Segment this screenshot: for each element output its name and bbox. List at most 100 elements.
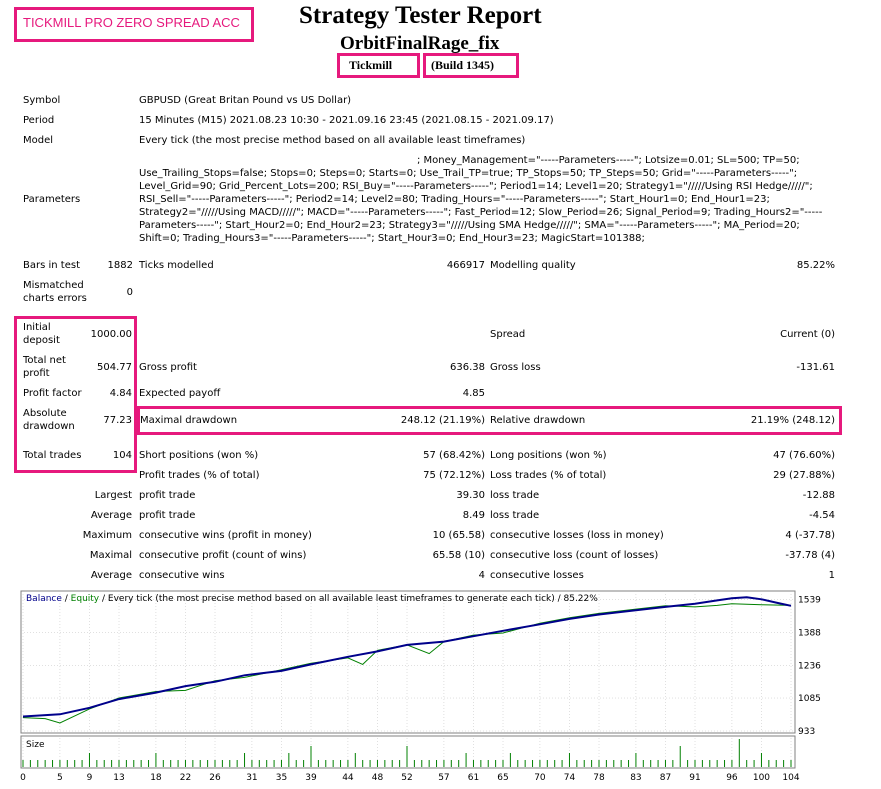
average-consecutive-losses-label: consecutive losses: [490, 570, 584, 581]
max-consecutive-wins-label: consecutive wins (profit in money): [139, 530, 312, 541]
net-profit-label-2: profit: [23, 368, 50, 379]
model-value: Every tick (the most precise method base…: [139, 135, 526, 146]
total-trades-label: Total trades: [23, 450, 82, 461]
expert-name: OrbitFinalRage_fix: [340, 33, 500, 54]
average-consecutive-wins-value: 4: [478, 570, 485, 581]
x-tick-label: 18: [150, 773, 162, 783]
y-tick-label: 933: [798, 727, 815, 737]
average-profit-trade-value: 8.49: [462, 510, 485, 521]
x-tick-label: 70: [534, 773, 546, 783]
profit-factor-label: Profit factor: [23, 388, 82, 399]
y-tick-label: 1236: [798, 661, 821, 671]
parameters-line: ; Money_Management="-----Parameters-----…: [417, 155, 800, 166]
maximal-consecutive-loss-label: consecutive loss (count of losses): [490, 550, 659, 561]
parameters-label: Parameters: [23, 194, 81, 205]
x-tick-label: 48: [372, 773, 384, 783]
build-number: (Build 1345): [431, 58, 495, 72]
period-label: Period: [23, 115, 55, 126]
x-tick-label: 87: [660, 773, 671, 783]
symbol-value: GBPUSD (Great Britan Pound vs US Dollar): [139, 95, 352, 106]
x-tick-label: 74: [564, 773, 576, 783]
legend-balance: Balance: [26, 594, 62, 604]
x-tick-label: 52: [401, 773, 412, 783]
x-tick-label: 31: [246, 773, 257, 783]
maximal-consecutive-profit-label: consecutive profit (count of wins): [139, 550, 307, 561]
relative-drawdown-label: Relative drawdown: [490, 415, 586, 426]
gross-loss-label: Gross loss: [490, 362, 541, 373]
maximal-consecutive-loss-value: -37.78 (4): [785, 550, 835, 561]
chart-legend: Balance / Equity / Every tick (the most …: [26, 594, 598, 604]
largest-loss-trade-value: -12.88: [802, 490, 835, 501]
company-name: Tickmill: [349, 58, 393, 72]
maximal-label: Maximal: [89, 550, 132, 561]
legend-description: / Every tick (the most precise method ba…: [99, 594, 598, 604]
y-tick-label: 1085: [798, 694, 821, 704]
bars-value: 1882: [107, 260, 133, 271]
largest-loss-trade-label: loss trade: [490, 490, 540, 501]
y-axis-ticks: 1539 1388 1236 1085 933: [798, 596, 821, 737]
average-label: Average: [90, 510, 132, 521]
legend-equity: Equity: [71, 594, 100, 604]
absolute-drawdown-label-2: drawdown: [23, 421, 75, 432]
period-value: 15 Minutes (M15) 2021.08.23 10:30 - 2021…: [139, 115, 554, 126]
net-profit-label-1: Total net: [23, 355, 66, 366]
balance-chart: 1539 1388 1236 1085 933 0 5 9 13 18 22 26 31 35 39 44 4…: [20, 590, 861, 786]
max-consecutive-losses-label: consecutive losses (loss in money): [490, 530, 664, 541]
broker-badge: TICKMILL PRO ZERO SPREAD ACC: [23, 15, 240, 30]
profit-trades-value: 75 (72.12%): [423, 470, 485, 481]
net-profit-value: 504.77: [97, 362, 132, 373]
average-loss-trade-label: loss trade: [490, 510, 540, 521]
quality-label: Modelling quality: [490, 260, 576, 271]
parameters-line: Level_Grid=90; Grid_Percent_Lots=200; RS…: [139, 181, 813, 192]
x-tick-label: 96: [726, 773, 738, 783]
profit-factor-value: 4.84: [109, 388, 132, 399]
x-tick-label: 91: [689, 773, 700, 783]
parameters-line: Strategy2="/////Using MACD/////"; MACD="…: [139, 207, 823, 218]
x-tick-label: 26: [209, 773, 221, 783]
gross-profit-label: Gross profit: [139, 362, 197, 373]
parameters-line: RSI_Sell="-----Parameters-----"; Period2…: [139, 194, 770, 205]
parameters-line: Shift=0; Trading_Hours3="-----Parameters…: [139, 233, 645, 244]
gross-profit-value: 636.38: [450, 362, 485, 373]
x-tick-label: 35: [276, 773, 287, 783]
relative-drawdown-value: 21.19% (248.12): [750, 415, 835, 426]
x-tick-label: 44: [342, 773, 354, 783]
x-tick-label: 22: [180, 773, 191, 783]
x-tick-label: 13: [113, 773, 124, 783]
parameters-line: Use_Trailing_Stops=false; Stops=0; Steps…: [139, 168, 798, 179]
largest-profit-trade-label: profit trade: [139, 490, 196, 501]
symbol-label: Symbol: [23, 95, 61, 106]
largest-profit-trade-value: 39.30: [456, 490, 485, 501]
max-consecutive-losses-value: 4 (-37.78): [785, 530, 835, 541]
absolute-drawdown-value: 77.23: [103, 415, 132, 426]
maximal-drawdown-label: Maximal drawdown: [140, 415, 238, 426]
average-consecutive-wins-label: consecutive wins: [139, 570, 225, 581]
long-positions-label: Long positions (won %): [490, 450, 607, 461]
x-tick-label: 0: [20, 773, 26, 783]
x-tick-label: 104: [782, 773, 799, 783]
expected-payoff-label: Expected payoff: [139, 388, 221, 399]
bars-label: Bars in test: [23, 260, 80, 271]
short-positions-value: 57 (68.42%): [423, 450, 485, 461]
gross-loss-value: -131.61: [796, 362, 835, 373]
ticks-value: 466917: [446, 260, 485, 271]
total-trades-value: 104: [112, 450, 132, 461]
parameters-value: ; Money_Management="-----Parameters-----…: [139, 154, 839, 245]
ticks-label: Ticks modelled: [139, 260, 214, 271]
average-consecutive-losses-value: 1: [828, 570, 835, 581]
x-tick-label: 9: [87, 773, 93, 783]
size-label: Size: [26, 740, 45, 750]
x-tick-label: 5: [57, 773, 63, 783]
average-consecutive-label: Average: [90, 570, 132, 581]
maximal-drawdown-value: 248.12 (21.19%): [400, 415, 485, 426]
mismatch-label-1: Mismatched: [23, 280, 84, 291]
x-tick-label: 78: [593, 773, 605, 783]
report-title: Strategy Tester Report: [299, 2, 542, 29]
parameters-line: Parameters-----"; Start_Hour2=0; End_Hou…: [139, 220, 800, 231]
x-axis-ticks: 0 5 9 13 18 22 26 31 35 39 44 48 52 57 61 65 70 74 78 83 87 9…: [20, 773, 800, 783]
model-label: Model: [23, 135, 54, 146]
spread-label: Spread: [490, 329, 526, 340]
x-tick-label: 100: [753, 773, 770, 783]
loss-trades-label: Loss trades (% of total): [490, 470, 607, 481]
profit-trades-label: Profit trades (% of total): [139, 470, 260, 481]
